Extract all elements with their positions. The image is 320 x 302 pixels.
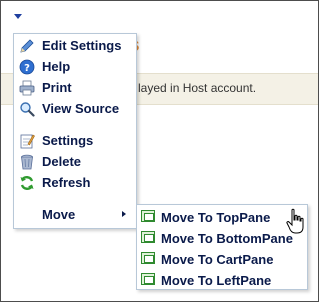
menu-item-label: Settings (42, 133, 94, 148)
menu-item-label: Print (42, 80, 72, 95)
pane-icon (141, 210, 155, 222)
svg-text:?: ? (24, 63, 30, 74)
pane-icon (141, 273, 155, 285)
menu-item-label: Refresh (42, 175, 91, 190)
menu-item-help[interactable]: ? Help (14, 56, 136, 77)
hand-cursor-icon (286, 208, 304, 234)
printer-icon (19, 80, 35, 96)
pane-icon (141, 252, 155, 264)
submenu-item-label: Move To LeftPane (161, 273, 272, 288)
pane-icon (141, 231, 155, 243)
submenu-item-move-to-cartpane[interactable]: Move To CartPane (137, 248, 307, 269)
menu-item-delete[interactable]: Delete (14, 151, 136, 172)
chevron-right-icon (122, 211, 126, 217)
menu-item-settings[interactable]: Settings (14, 130, 136, 151)
magnifier-icon (20, 102, 35, 117)
settings-icon (20, 134, 35, 149)
menu-dropdown-arrow-icon[interactable] (14, 14, 22, 19)
submenu-item-label: Move To BottomPane (161, 231, 293, 246)
pencil-icon (20, 39, 34, 53)
menu-item-move[interactable]: Move (14, 204, 136, 225)
refresh-icon (20, 176, 34, 190)
trash-icon (21, 154, 33, 170)
menu-item-edit-settings[interactable]: Edit Settings (14, 35, 136, 56)
submenu-item-move-to-toppane[interactable]: Move To TopPane (137, 206, 307, 227)
action-menu: Edit Settings ? Help Print View Source S… (13, 33, 137, 229)
submenu-item-move-to-bottompane[interactable]: Move To BottomPane (137, 227, 307, 248)
help-icon: ? (19, 59, 35, 75)
menu-item-label: Move (42, 207, 76, 222)
menu-item-print[interactable]: Print (14, 77, 136, 98)
submenu-item-label: Move To TopPane (161, 210, 271, 225)
menu-item-view-source[interactable]: View Source (14, 98, 136, 119)
submenu-item-move-to-leftpane[interactable]: Move To LeftPane (137, 269, 307, 290)
submenu-item-label: Move To CartPane (161, 252, 274, 267)
menu-item-label: Help (42, 59, 71, 74)
menu-item-refresh[interactable]: Refresh (14, 172, 136, 193)
menu-item-label: View Source (42, 101, 120, 116)
menu-item-label: Delete (42, 154, 82, 169)
move-submenu: Move To TopPane Move To BottomPane Move … (136, 204, 308, 290)
notice-text: layed in Host account. (138, 81, 257, 95)
menu-item-label: Edit Settings (42, 38, 122, 53)
window-frame: s layed in Host account. Edit Settings ?… (0, 0, 319, 302)
